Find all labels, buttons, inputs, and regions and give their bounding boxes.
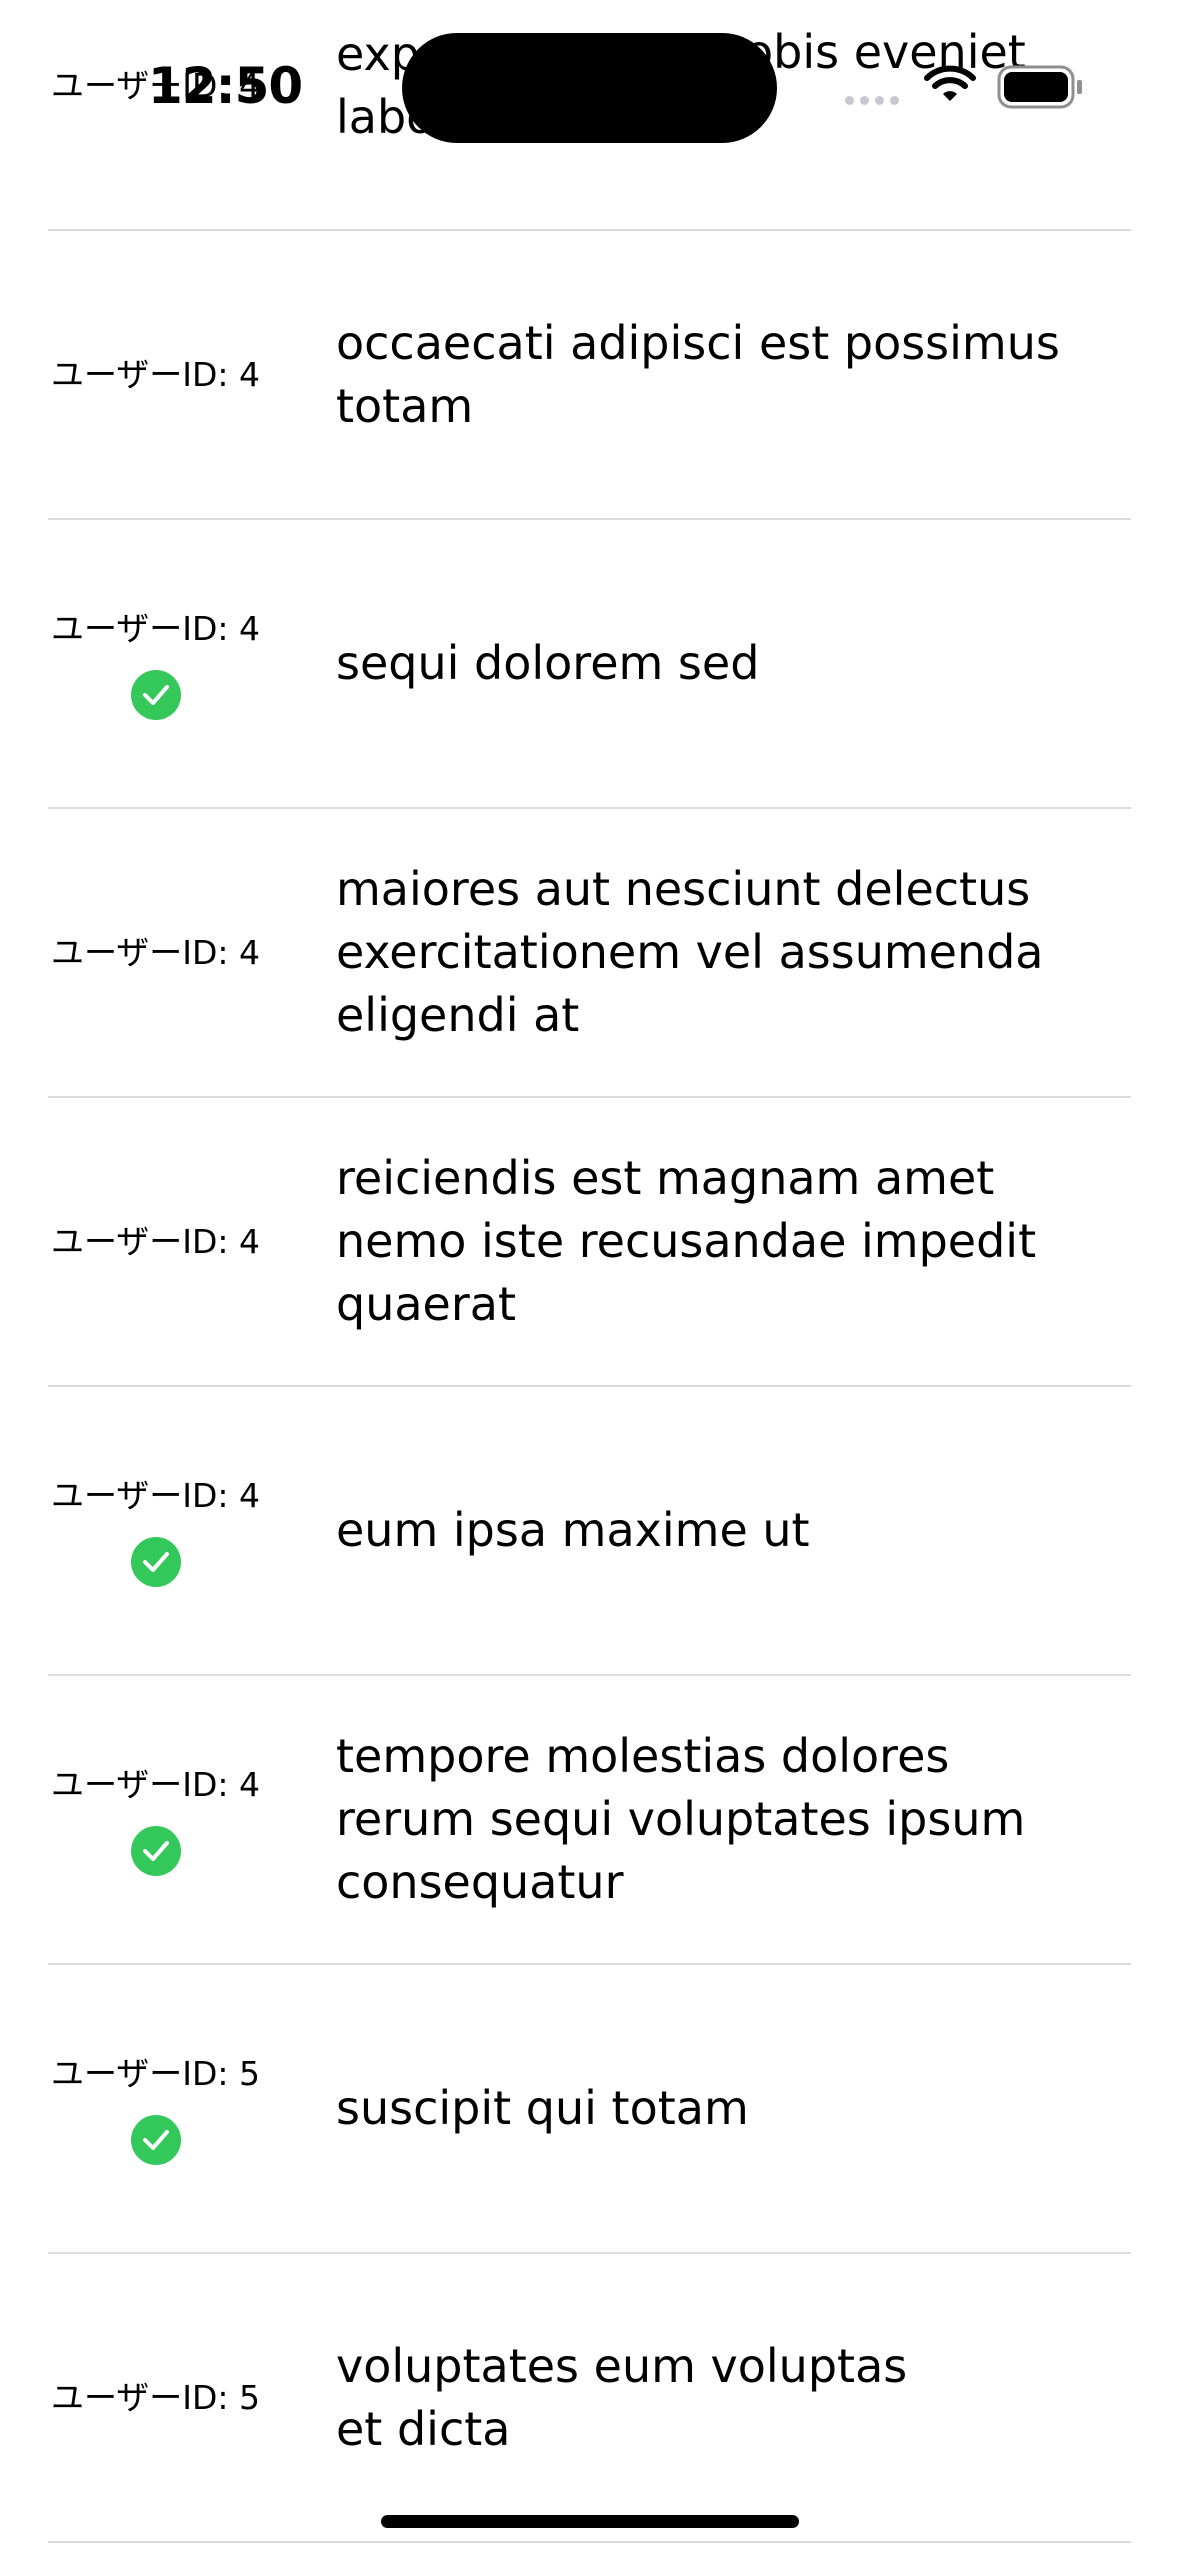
list-item[interactable]: ユーザーID: 5 suscipit qui totam: [0, 1964, 1179, 2253]
user-id-label: ユーザーID: 4: [50, 932, 261, 972]
todo-title-line: occaecati adipisci est possimus: [336, 315, 1060, 370]
wifi-icon: [924, 64, 976, 108]
todo-title-fragment: obis eveniet: [745, 25, 1026, 79]
todo-title-line: et dicta: [336, 2401, 511, 2456]
user-id-label: ユーザーID: 4: [50, 609, 261, 648]
row-divider: [48, 2541, 1131, 2543]
todo-title: suscipit qui totam: [336, 1964, 1096, 2253]
user-id-label: ユーザーID: 4: [50, 1765, 261, 1804]
list-item[interactable]: ユーザーID: 4 occaecati adipisci est possimu…: [0, 230, 1179, 519]
user-id-label: ユーザーID: 4: [50, 1221, 261, 1261]
status-bar-time: 12:50: [148, 57, 303, 115]
checkmark-circle-icon: [130, 1826, 181, 1876]
list-item[interactable]: ユーザーID: 5 voluptates eum voluptas et dic…: [0, 2253, 1179, 2542]
list-item[interactable]: ユーザーID: 4 reiciendis est magnam amet nem…: [0, 1097, 1179, 1386]
user-id-label: ユーザーID: 5: [50, 2377, 261, 2417]
dynamic-island: [402, 33, 777, 143]
todo-title-line: tempore molestias dolores: [336, 1729, 950, 1783]
todo-title: tempore molestias dolores rerum sequi vo…: [336, 1675, 1096, 1964]
signal-dots-icon: [845, 96, 899, 105]
list-item[interactable]: ユーザーID: 4 tempore molestias dolores reru…: [0, 1675, 1179, 1964]
todo-title-line: totam: [336, 378, 474, 433]
todo-title: occaecati adipisci est possimus totam: [336, 230, 1096, 519]
todo-title-line: eum ipsa maxime ut: [336, 1503, 810, 1557]
todo-title-line: exercitationem vel assumenda: [336, 925, 1044, 979]
todo-title-line: reiciendis est magnam amet: [336, 1151, 995, 1205]
todo-title: eum ipsa maxime ut: [336, 1386, 1096, 1675]
list-item-meta: ユーザーID: 5: [48, 2253, 263, 2542]
home-indicator[interactable]: [381, 2515, 799, 2528]
user-id-label: ユーザーID: 4: [50, 1476, 261, 1515]
list-item[interactable]: ユーザーID: 4 maiores aut nesciunt delectus …: [0, 808, 1179, 1097]
checkmark-circle-icon: [130, 670, 181, 720]
todo-title-line: sequi dolorem sed: [336, 636, 760, 690]
todo-title-line: maiores aut nesciunt delectus: [336, 862, 1031, 916]
todo-title: reiciendis est magnam amet nemo iste rec…: [336, 1097, 1096, 1386]
todo-title-line: voluptates eum voluptas: [336, 2338, 908, 2393]
user-id-label: ユーザーID: 4: [50, 354, 261, 394]
user-id-label: ユーザーID: 5: [50, 2054, 261, 2093]
list-item-meta: ユーザーID: 4: [48, 808, 263, 1097]
list-item-meta: ユーザーID: 4: [48, 1097, 263, 1386]
todo-title-line: eligendi at: [336, 988, 580, 1042]
checkmark-circle-icon: [130, 2115, 181, 2165]
todo-title-line: nemo iste recusandae impedit: [336, 1214, 1037, 1268]
todo-title: voluptates eum voluptas et dicta: [336, 2253, 1096, 2542]
list-item[interactable]: ユーザーID: 4 eum ipsa maxime ut: [0, 1386, 1179, 1675]
list-item-meta: ユーザーID: 4: [48, 519, 263, 808]
list-item-meta: ユーザーID: 4: [48, 1675, 263, 1964]
list-item-meta: ユーザーID: 5: [48, 1964, 263, 2253]
battery-icon: [997, 65, 1085, 113]
todo-title: maiores aut nesciunt delectus exercitati…: [336, 808, 1096, 1097]
todo-title-line: consequatur: [336, 1855, 624, 1909]
todo-title-line: suscipit qui totam: [336, 2081, 749, 2135]
checkmark-circle-icon: [130, 1537, 181, 1587]
list-item-meta: ユーザーID: 4: [48, 1386, 263, 1675]
todo-title-line: rerum sequi voluptates ipsum: [336, 1792, 1026, 1846]
list-item-meta: ユーザーID: 4: [48, 230, 263, 519]
list-item[interactable]: ユーザーID: 4 sequi dolorem sed: [0, 519, 1179, 808]
todo-title: sequi dolorem sed: [336, 519, 1096, 808]
todo-title-line: quaerat: [336, 1277, 516, 1331]
